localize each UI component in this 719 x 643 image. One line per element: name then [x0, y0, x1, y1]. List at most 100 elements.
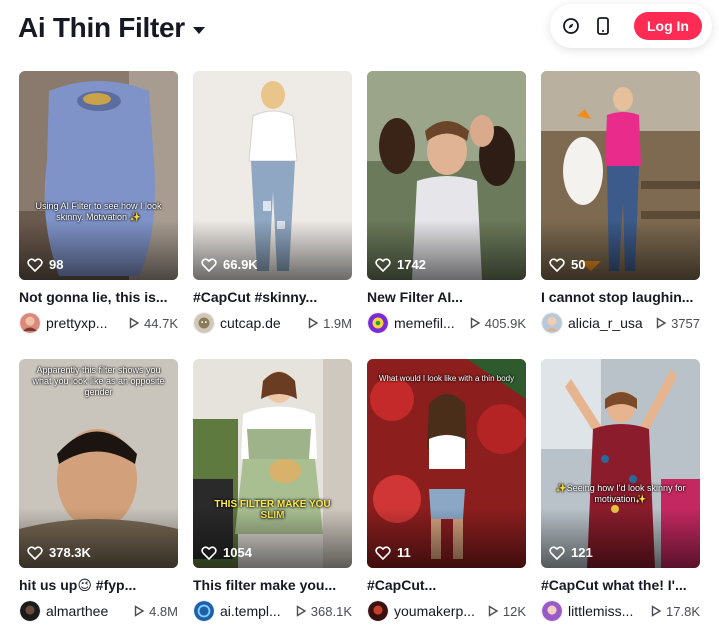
- play-count-value: 44.7K: [144, 315, 178, 331]
- like-count-value: 11: [397, 545, 411, 560]
- compass-icon[interactable]: [560, 15, 582, 37]
- video-description[interactable]: New Filter AI...: [367, 288, 526, 306]
- play-count: 1.9M: [307, 316, 352, 331]
- video-overlay-text: Apparently this filter shows you what yo…: [32, 365, 165, 397]
- heart-icon: [201, 545, 217, 560]
- video-thumbnail[interactable]: Using AI Filter to see how I look skinny…: [19, 71, 178, 280]
- video-card[interactable]: What would I look like with a thin body …: [367, 359, 526, 629]
- play-count-value: 12K: [502, 603, 526, 619]
- play-count: 44.7K: [128, 316, 178, 331]
- heart-icon: [27, 257, 43, 272]
- avatar[interactable]: [367, 600, 389, 622]
- header-actions: Log In: [550, 4, 712, 48]
- login-button[interactable]: Log In: [634, 12, 702, 40]
- video-overlay-text: ✨Seeing how I'd look skinny for motivati…: [555, 483, 686, 504]
- video-card[interactable]: 66.9K #CapCut #skinny... cutcap.de 1.9M: [193, 71, 352, 341]
- video-thumbnail[interactable]: Apparently this filter shows you what yo…: [19, 359, 178, 568]
- play-icon: [129, 317, 140, 329]
- video-meta: prettyxp... 44.7K: [19, 312, 178, 334]
- video-card[interactable]: 1742 New Filter AI... memefil... 405.9K: [367, 71, 526, 341]
- avatar[interactable]: [367, 312, 389, 334]
- like-count-value: 98: [49, 257, 64, 272]
- username-link[interactable]: memefil...: [394, 315, 463, 331]
- avatar[interactable]: [541, 600, 563, 622]
- caret-down-icon[interactable]: [192, 26, 205, 34]
- avatar[interactable]: [19, 312, 41, 334]
- avatar[interactable]: [19, 600, 41, 622]
- play-icon: [134, 605, 145, 617]
- page-title[interactable]: Ai Thin Filter: [18, 12, 205, 44]
- video-thumbnail[interactable]: ✨Seeing how I'd look skinny for motivati…: [541, 359, 700, 568]
- like-count-value: 1742: [397, 257, 426, 272]
- video-card[interactable]: 50 I cannot stop laughin... alicia_r_usa…: [541, 71, 700, 341]
- video-card[interactable]: Apparently this filter shows you what yo…: [19, 359, 178, 629]
- video-meta: alicia_r_usa 3757: [541, 312, 700, 334]
- heart-icon: [27, 545, 43, 560]
- heart-icon: [375, 257, 391, 272]
- play-count-value: 17.8K: [666, 603, 700, 619]
- play-count: 4.8M: [133, 604, 178, 619]
- video-meta: almarthee 4.8M: [19, 600, 178, 622]
- video-description[interactable]: I cannot stop laughin...: [541, 288, 700, 306]
- play-icon: [488, 605, 499, 617]
- like-count: 98: [27, 257, 63, 272]
- mobile-icon[interactable]: [592, 15, 614, 37]
- play-count-value: 368.1K: [310, 603, 352, 619]
- video-grid: Using AI Filter to see how I look skinny…: [19, 71, 703, 629]
- video-thumbnail[interactable]: 1742: [367, 71, 526, 280]
- video-thumbnail[interactable]: THIS FILTER MAKE YOU SLIM 1054: [193, 359, 352, 568]
- video-meta: littlemiss... 17.8K: [541, 600, 700, 622]
- play-count-value: 1.9M: [323, 315, 352, 331]
- video-card[interactable]: Using AI Filter to see how I look skinny…: [19, 71, 178, 341]
- video-description[interactable]: #CapCut what the! I'...: [541, 576, 700, 594]
- avatar[interactable]: [193, 600, 215, 622]
- play-count-value: 4.8M: [149, 603, 178, 619]
- play-icon: [470, 317, 481, 329]
- like-count: 378.3K: [27, 545, 91, 560]
- like-count-value: 66.9K: [223, 257, 258, 272]
- video-overlay-text: What would I look like with a thin body: [378, 374, 515, 383]
- play-count: 12K: [487, 604, 526, 619]
- video-card[interactable]: ✨Seeing how I'd look skinny for motivati…: [541, 359, 700, 629]
- like-count-value: 1054: [223, 545, 252, 560]
- avatar[interactable]: [541, 312, 563, 334]
- like-count-value: 50: [571, 257, 586, 272]
- page-title-text: Ai Thin Filter: [18, 12, 185, 43]
- username-link[interactable]: littlemiss...: [568, 603, 644, 619]
- username-link[interactable]: alicia_r_usa: [568, 315, 649, 331]
- heart-icon: [375, 545, 391, 560]
- video-meta: memefil... 405.9K: [367, 312, 526, 334]
- play-icon: [308, 317, 319, 329]
- play-count: 17.8K: [650, 604, 700, 619]
- play-count: 3757: [655, 316, 700, 331]
- play-count-value: 405.9K: [484, 315, 526, 331]
- video-description[interactable]: This filter make you...: [193, 576, 352, 594]
- username-link[interactable]: ai.templ...: [220, 603, 289, 619]
- username-link[interactable]: almarthee: [46, 603, 127, 619]
- page-header: Ai Thin Filter Log In: [0, 0, 719, 62]
- heart-icon: [201, 257, 217, 272]
- heart-icon: [549, 257, 565, 272]
- like-count: 11: [375, 545, 411, 560]
- video-description[interactable]: Not gonna lie, this is...: [19, 288, 178, 306]
- like-count: 1742: [375, 257, 426, 272]
- like-count: 1054: [201, 545, 252, 560]
- play-icon: [656, 317, 667, 329]
- like-count: 50: [549, 257, 585, 272]
- video-thumbnail[interactable]: 66.9K: [193, 71, 352, 280]
- username-link[interactable]: prettyxp...: [46, 315, 122, 331]
- username-link[interactable]: cutcap.de: [220, 315, 301, 331]
- video-description[interactable]: #CapCut...: [367, 576, 526, 594]
- video-thumbnail[interactable]: 50: [541, 71, 700, 280]
- video-description[interactable]: hit us up😉 #fyp...: [19, 576, 178, 594]
- like-count: 66.9K: [201, 257, 258, 272]
- video-meta: ai.templ... 368.1K: [193, 600, 352, 622]
- play-count-value: 3757: [671, 315, 700, 331]
- video-description[interactable]: #CapCut #skinny...: [193, 288, 352, 306]
- play-count: 405.9K: [469, 316, 526, 331]
- avatar[interactable]: [193, 312, 215, 334]
- username-link[interactable]: youmakerp...: [394, 603, 481, 619]
- video-thumbnail[interactable]: What would I look like with a thin body …: [367, 359, 526, 568]
- play-icon: [296, 605, 307, 617]
- video-card[interactable]: THIS FILTER MAKE YOU SLIM 1054 This filt…: [193, 359, 352, 629]
